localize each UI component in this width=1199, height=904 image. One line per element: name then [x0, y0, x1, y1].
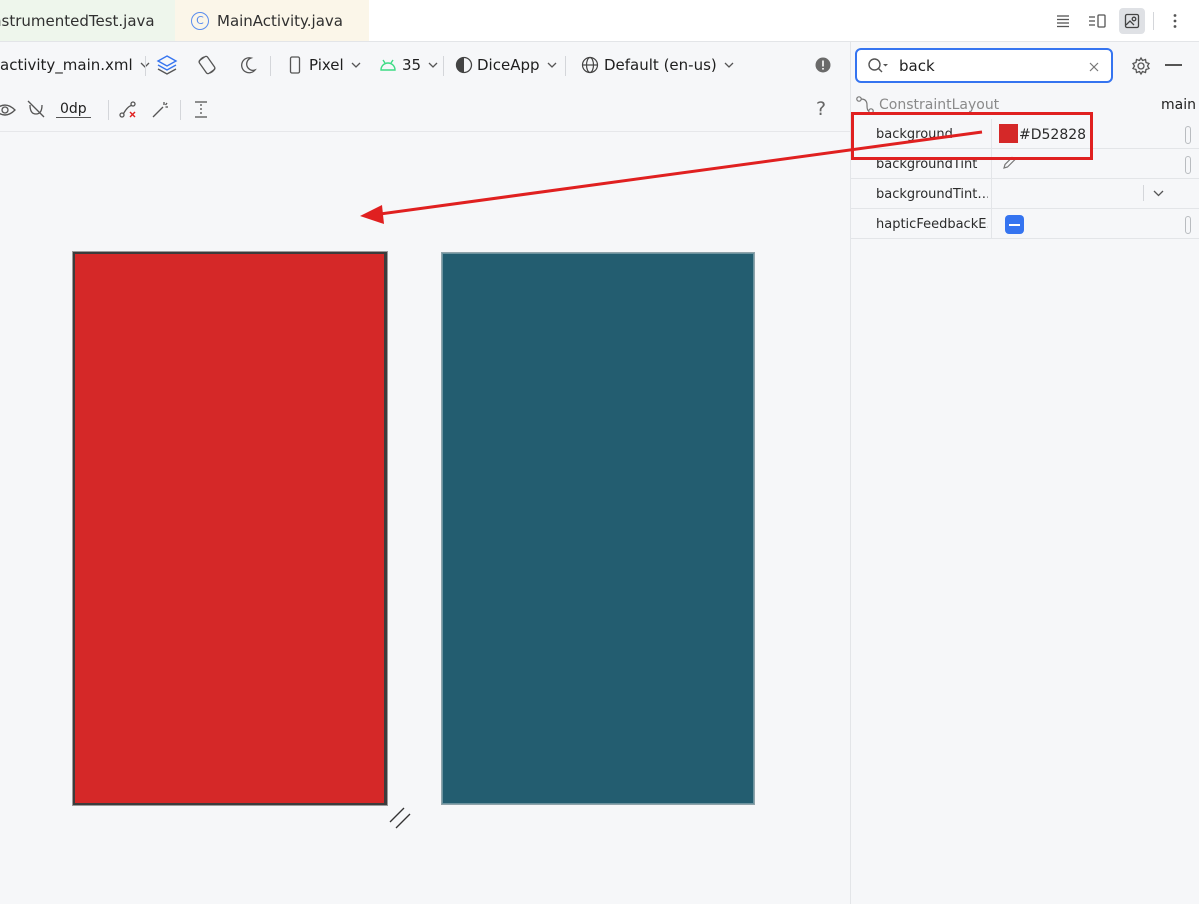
editor-tab-bar: nstrumentedTest.java C MainActivity.java: [0, 0, 1199, 42]
guidelines-button[interactable]: [192, 100, 212, 120]
phone-icon: [289, 56, 301, 74]
resource-picker-handle[interactable]: [1185, 216, 1191, 234]
indeterminate-checkbox[interactable]: [1005, 215, 1024, 234]
locale-name: Default (en-us): [604, 56, 717, 74]
more-options-button[interactable]: [1162, 8, 1188, 34]
locale-selector[interactable]: Default (en-us): [581, 42, 734, 88]
clear-constraints-button[interactable]: [118, 100, 138, 120]
divider: [443, 56, 444, 76]
clear-search-icon[interactable]: [1089, 62, 1099, 72]
moon-icon: [241, 57, 257, 74]
minimize-panel-button[interactable]: [1165, 64, 1182, 66]
infer-constraints-button[interactable]: [150, 100, 170, 120]
orientation-button[interactable]: [196, 42, 218, 88]
search-input[interactable]: back: [899, 57, 935, 75]
tab-main-activity[interactable]: C MainActivity.java: [175, 0, 369, 41]
layers-icon: [156, 55, 178, 75]
highlight-box: [851, 112, 1093, 160]
lines-icon: [1057, 15, 1069, 28]
search-icon: [868, 57, 888, 72]
clear-constraints-icon: [119, 101, 136, 118]
chevron-down-icon: [351, 62, 361, 68]
attribute-row-haptic-feedback[interactable]: hapticFeedbackE…: [851, 209, 1199, 239]
api-level: 35: [402, 56, 422, 74]
autoconnect-button[interactable]: [26, 99, 46, 119]
divider: [270, 56, 271, 76]
constraint-toolbar: 0dp ?: [0, 88, 850, 132]
api-level-selector[interactable]: 35: [379, 42, 438, 88]
image-icon: [1124, 13, 1140, 29]
file-name: activity_main.xml: [0, 56, 133, 74]
design-toolbar: activity_main.xml Pixel 35 DiceApp Defau…: [0, 42, 850, 88]
attribute-row-background-tint-mode[interactable]: backgroundTint…: [851, 179, 1199, 209]
night-mode-button[interactable]: [238, 42, 258, 88]
guideline-icon: [195, 101, 207, 118]
attribute-search-field[interactable]: back: [855, 48, 1113, 83]
android-icon: [380, 59, 396, 71]
design-view-button[interactable]: [1119, 8, 1145, 34]
magic-wand-icon: [152, 102, 168, 118]
margin-value: 0dp: [60, 101, 87, 117]
split-view-button[interactable]: [1084, 8, 1110, 34]
tab-label: nstrumentedTest.java: [0, 11, 155, 30]
resource-picker-handle[interactable]: [1185, 156, 1191, 174]
component-type: ConstraintLayout: [879, 97, 1000, 113]
rotate-device-icon: [198, 55, 216, 75]
chevron-down-icon[interactable]: [1153, 190, 1164, 197]
component-id: main: [1161, 97, 1196, 113]
divider: [145, 56, 146, 76]
design-surface-button[interactable]: [156, 42, 178, 88]
theme-selector[interactable]: DiceApp: [455, 42, 557, 88]
more-vertical-icon: [1173, 14, 1177, 28]
resize-icon: [389, 807, 411, 829]
gear-icon: [1132, 56, 1150, 76]
design-preview-surface[interactable]: [73, 252, 387, 805]
chevron-down-icon: [547, 62, 556, 68]
issues-button[interactable]: [815, 42, 831, 88]
default-margins-selector[interactable]: 0dp: [56, 101, 91, 118]
attribute-name: hapticFeedbackE…: [876, 217, 988, 232]
panel-settings-button[interactable]: [1131, 56, 1151, 76]
divider: [565, 56, 566, 76]
file-selector[interactable]: activity_main.xml: [0, 42, 150, 88]
code-view-button[interactable]: [1050, 8, 1076, 34]
help-icon: ?: [816, 98, 827, 120]
theme-name: DiceApp: [477, 56, 540, 74]
eye-icon: [0, 104, 16, 116]
view-options-button[interactable]: [0, 100, 16, 120]
tab-label: MainActivity.java: [217, 11, 343, 30]
device-name: Pixel: [309, 56, 344, 74]
divider: [180, 100, 181, 120]
divider: [1153, 12, 1154, 30]
attribute-name: backgroundTint…: [876, 187, 988, 202]
attributes-panel: back ConstraintLayout main background #D…: [850, 42, 1199, 904]
chevron-down-icon: [428, 62, 438, 68]
tab-instrumented-test[interactable]: nstrumentedTest.java: [0, 0, 175, 41]
chevron-down-icon: [724, 62, 734, 68]
theme-icon: [455, 56, 473, 74]
split-icon: [1089, 14, 1106, 28]
design-canvas[interactable]: [0, 132, 850, 904]
device-selector[interactable]: Pixel: [289, 42, 361, 88]
warning-icon: [815, 57, 831, 73]
divider: [108, 100, 109, 120]
resource-picker-handle[interactable]: [1185, 126, 1191, 144]
help-button[interactable]: ?: [816, 98, 826, 120]
blueprint-surface[interactable]: [441, 252, 755, 805]
magnet-off-icon: [27, 100, 45, 118]
class-c-icon: C: [191, 11, 209, 30]
globe-icon: [581, 56, 599, 74]
resize-handle[interactable]: [388, 806, 412, 830]
